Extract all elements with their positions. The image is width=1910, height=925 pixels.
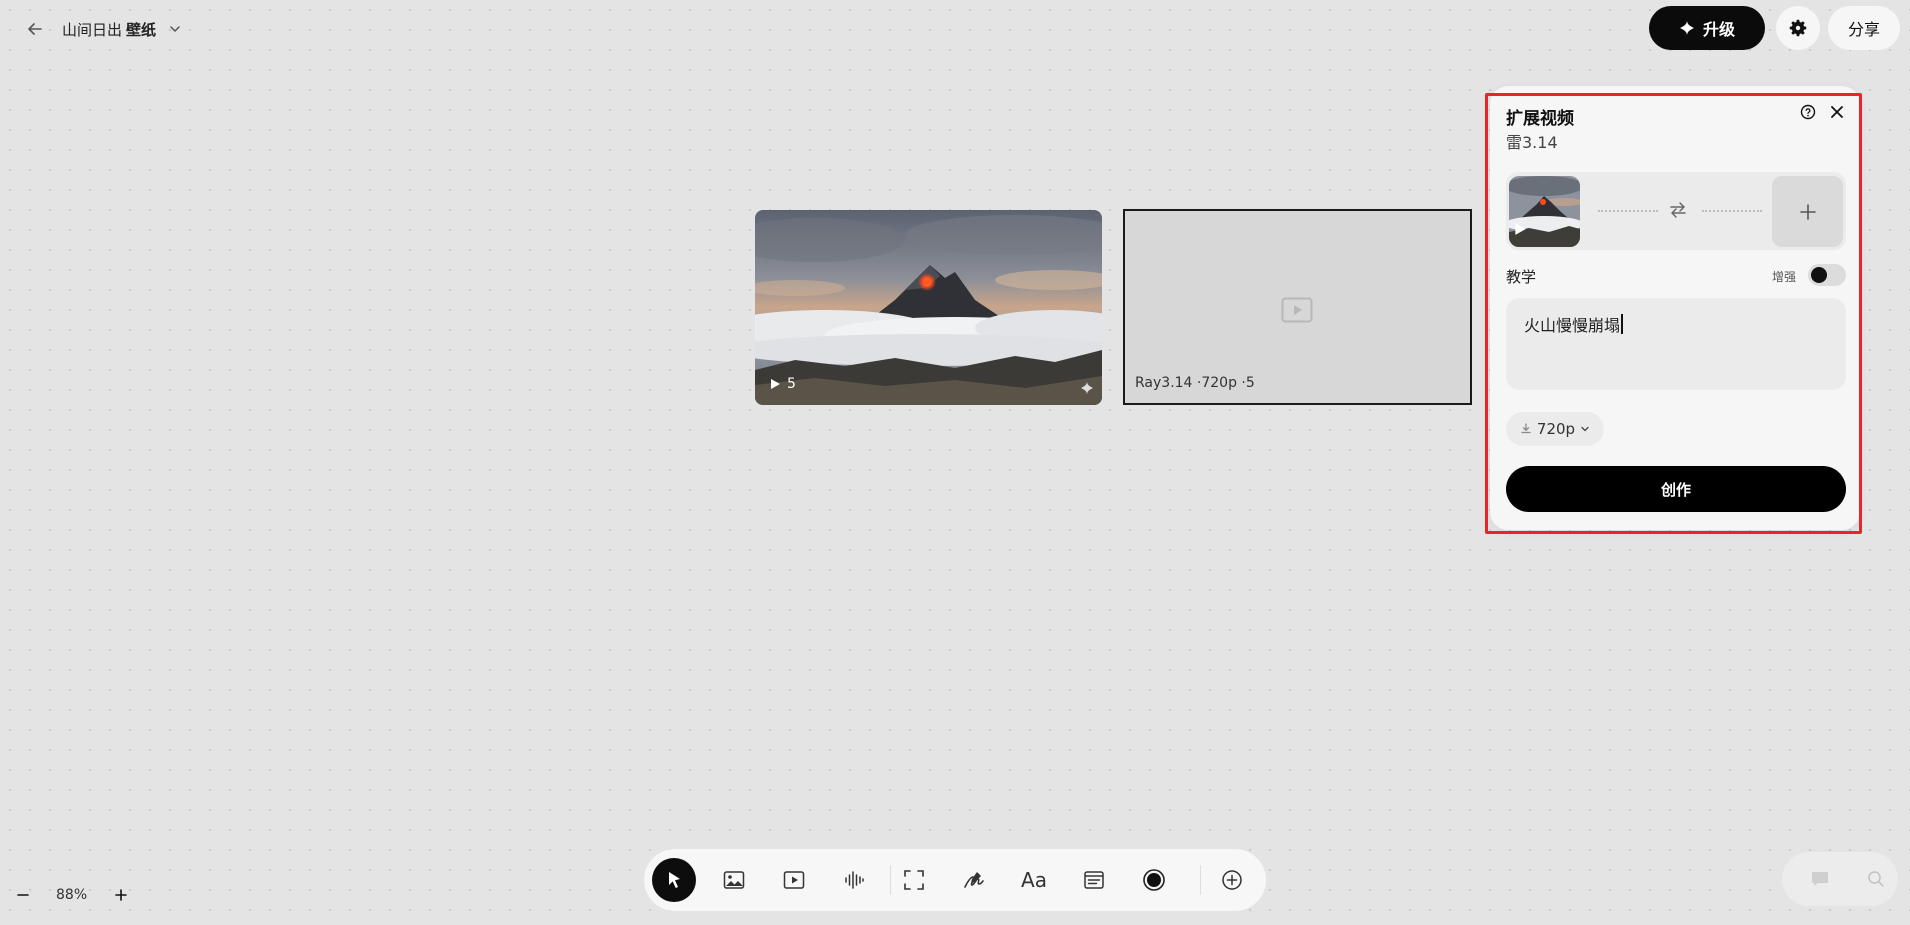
plus-icon	[1799, 203, 1816, 220]
create-button[interactable]: 创作	[1506, 466, 1846, 512]
play-icon	[1515, 223, 1526, 235]
project-title[interactable]: 山间日出 壁纸	[62, 19, 156, 40]
toolbar-divider	[1200, 865, 1201, 895]
image-tool[interactable]	[712, 858, 756, 902]
search-button[interactable]	[1864, 867, 1888, 891]
mountain-volcano-thumbnail	[755, 210, 1102, 405]
image-icon	[723, 871, 745, 889]
enhance-toggle[interactable]	[1808, 264, 1846, 286]
video-card[interactable]: 5	[755, 210, 1102, 405]
settings-button[interactable]	[1776, 6, 1820, 50]
panel-subtitle: 雷3.14	[1506, 133, 1558, 152]
resolution-select[interactable]: 720p	[1506, 412, 1604, 446]
gear-icon	[1789, 19, 1807, 37]
minus-icon	[17, 894, 29, 896]
sparkle-badge	[1080, 380, 1094, 399]
select-tool[interactable]	[652, 858, 696, 902]
swap-icon	[1670, 202, 1686, 218]
frames-row	[1506, 172, 1846, 250]
pen-scribble-icon	[964, 872, 984, 888]
note-tool[interactable]	[1072, 858, 1116, 902]
close-icon	[1831, 106, 1843, 118]
project-title-prefix: 山间日出	[62, 21, 123, 39]
bottom-toolbar: Aa	[644, 849, 1266, 911]
resolution-value: 720p	[1536, 420, 1576, 438]
text-caret	[1621, 314, 1623, 334]
record-tool[interactable]	[1132, 858, 1176, 902]
play-icon	[771, 379, 780, 389]
video-tool[interactable]	[772, 858, 816, 902]
frame-tool[interactable]	[892, 858, 936, 902]
add-end-frame-button[interactable]	[1772, 176, 1843, 247]
prompt-value: 火山慢慢崩塌	[1524, 316, 1621, 335]
chat-icon	[1812, 872, 1828, 886]
placeholder-caption: Ray3.14 ·720p ·5	[1135, 375, 1255, 391]
close-panel-button[interactable]	[1826, 101, 1848, 123]
help-icon	[1800, 104, 1816, 120]
arrow-left-icon	[28, 23, 42, 35]
note-icon	[1084, 871, 1104, 889]
video-icon	[783, 871, 805, 889]
record-icon	[1143, 869, 1165, 891]
extend-video-panel: 扩展视频 雷3.14 教学 增强 火山慢慢崩塌 720p 创作	[1490, 86, 1860, 530]
plus-icon	[115, 889, 127, 901]
chat-button[interactable]	[1808, 867, 1832, 891]
upgrade-button[interactable]: 升级	[1649, 6, 1765, 50]
chevron-down-icon	[170, 26, 180, 33]
cursor-icon	[669, 872, 680, 888]
sparkle-icon	[1080, 381, 1094, 395]
back-button[interactable]	[22, 16, 48, 42]
prompt-text: 火山慢慢崩塌	[1524, 312, 1623, 336]
instruction-label: 教学	[1506, 268, 1537, 286]
toolbar-divider	[890, 865, 891, 895]
video-placeholder-icon	[1281, 297, 1313, 323]
prompt-input[interactable]: 火山慢慢崩塌	[1506, 298, 1846, 390]
bottom-right-actions	[1782, 852, 1898, 906]
add-tool[interactable]	[1210, 858, 1254, 902]
draw-tool[interactable]	[952, 858, 996, 902]
zoom-level: 88%	[56, 887, 88, 903]
play-count: 5	[787, 376, 796, 392]
start-frame-thumbnail[interactable]	[1509, 176, 1580, 247]
frame-icon	[904, 870, 924, 890]
share-button[interactable]: 分享	[1828, 6, 1900, 50]
help-button[interactable]	[1798, 102, 1818, 122]
text-tool[interactable]: Aa	[1012, 858, 1056, 902]
project-menu-button[interactable]	[166, 20, 184, 38]
generating-video-placeholder[interactable]: Ray3.14 ·720p ·5	[1123, 209, 1472, 405]
mountain-volcano-thumbnail	[1509, 176, 1580, 247]
toggle-knob	[1811, 267, 1827, 283]
audio-tool[interactable]	[832, 858, 876, 902]
enhance-label: 增强	[1772, 270, 1797, 284]
play-count-badge: 5	[769, 376, 796, 392]
swap-frames-button[interactable]	[1666, 198, 1690, 222]
chevron-down-icon	[1581, 426, 1589, 432]
frame-connector	[1702, 210, 1762, 212]
project-title-bold: 壁纸	[126, 21, 157, 39]
download-icon	[1521, 423, 1531, 434]
waveform-icon	[845, 871, 864, 889]
search-icon	[1868, 871, 1884, 887]
sparkle-icon	[1679, 21, 1694, 35]
frame-connector	[1598, 210, 1658, 212]
upgrade-label: 升级	[1702, 20, 1735, 39]
zoom-in-button[interactable]	[110, 884, 132, 906]
zoom-out-button[interactable]	[12, 884, 34, 906]
plus-circle-icon	[1222, 870, 1242, 890]
panel-title: 扩展视频	[1506, 109, 1574, 129]
